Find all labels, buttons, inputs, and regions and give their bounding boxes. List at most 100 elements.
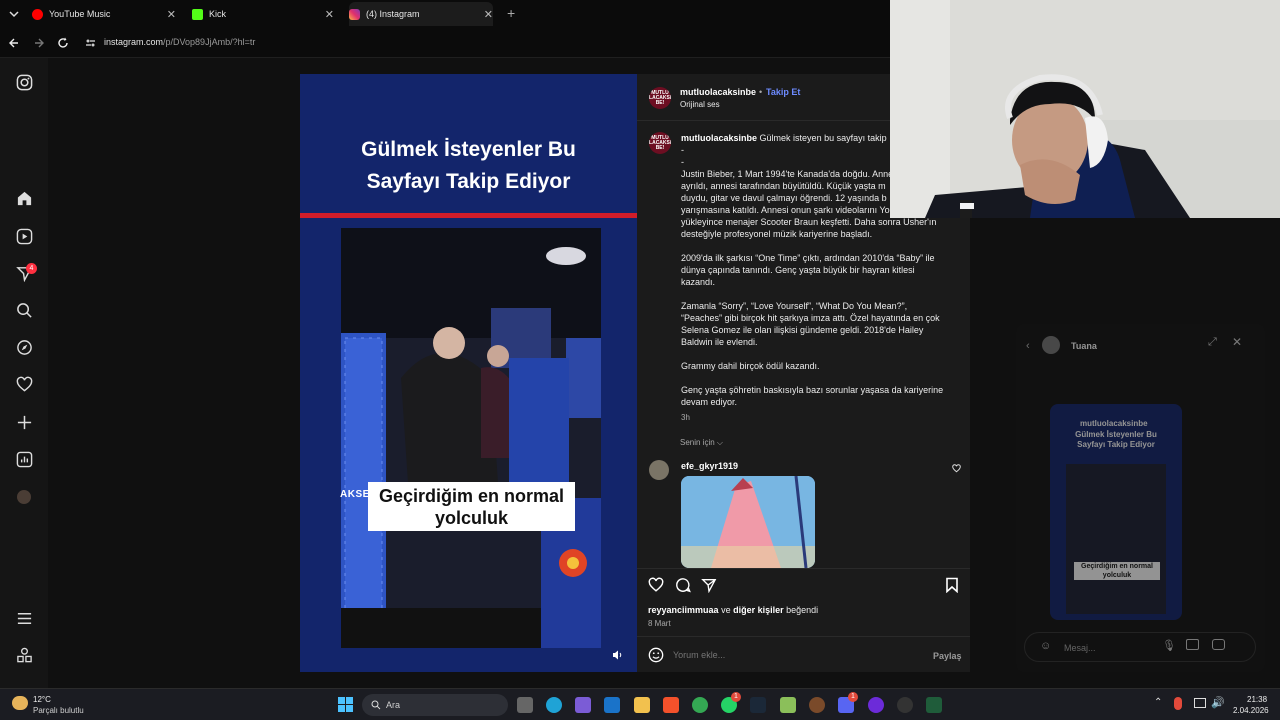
shared-reel-headline: Gülmek İsteyenler Bu Sayfayı Takip Ediyo… xyxy=(1050,430,1182,450)
emoji-icon[interactable] xyxy=(648,647,664,663)
post-username[interactable]: mutluolacaksinbe xyxy=(680,86,756,98)
shared-headline-line1: Gülmek İsteyenler Bu xyxy=(1075,430,1157,439)
display-icon[interactable] xyxy=(1194,698,1206,708)
reel-headline-line1: Gülmek İsteyenler Bu xyxy=(361,138,576,161)
gif-content xyxy=(681,476,815,568)
caption-line: “Peaches” gibi birçok hit şarkıya imza a… xyxy=(681,313,940,323)
commenter-username[interactable]: efe_gkyr1919 xyxy=(681,460,738,472)
sticker-icon[interactable] xyxy=(1212,639,1225,650)
close-chat-icon[interactable]: ✕ xyxy=(1232,335,1242,349)
taskbar-search[interactable]: Ara xyxy=(362,694,508,716)
chat-popup[interactable]: ‹ Tuana ⤢ ✕ mutluolacaksinbe Gülmek İste… xyxy=(1016,324,1265,672)
post-author-avatar[interactable]: MUTLU OLACAKSIN BE! xyxy=(649,87,671,109)
reels-icon[interactable] xyxy=(16,228,33,245)
tab-kick[interactable]: Kick ✕ xyxy=(192,2,334,26)
back-icon[interactable] xyxy=(8,37,20,49)
image-icon[interactable] xyxy=(1186,639,1199,650)
shared-reel-card[interactable]: mutluolacaksinbe Gülmek İsteyenler Bu Sa… xyxy=(1050,404,1182,620)
caption-line: 2009'da ilk şarkısı “One Time” çıktı, ar… xyxy=(681,253,935,263)
chat-back-icon[interactable]: ‹ xyxy=(1026,340,1030,352)
chat-avatar[interactable] xyxy=(1042,336,1060,354)
commenter-avatar[interactable] xyxy=(649,460,669,480)
follow-button[interactable]: Takip Et xyxy=(766,86,800,98)
reel-divider xyxy=(300,213,637,218)
menu-icon[interactable] xyxy=(16,610,33,627)
for-you-dropdown[interactable]: Senin için ⌵ xyxy=(680,437,723,449)
comment-gif-image[interactable] xyxy=(681,476,815,568)
liked-by-user[interactable]: reyyanciimmuaa xyxy=(648,605,719,615)
discord-badge: 1 xyxy=(848,692,858,702)
tab-list-icon[interactable] xyxy=(9,9,19,19)
clock-date[interactable]: 2.04.2026 xyxy=(1233,705,1269,717)
tray-chevron-icon[interactable]: ⌃ xyxy=(1154,697,1162,708)
start-icon[interactable] xyxy=(338,697,353,712)
search-icon[interactable] xyxy=(16,302,33,319)
liked-by-and: ve xyxy=(721,605,731,615)
home-icon[interactable] xyxy=(16,190,33,207)
post-comment-button[interactable]: Paylaş xyxy=(933,650,962,662)
profile-avatar[interactable] xyxy=(17,490,31,504)
tab-youtube-music[interactable]: YouTube Music ✕ xyxy=(32,2,176,26)
close-tab-icon[interactable]: ✕ xyxy=(325,8,334,21)
create-icon[interactable] xyxy=(16,414,33,431)
app-icon[interactable] xyxy=(926,697,942,713)
close-tab-icon[interactable]: ✕ xyxy=(484,8,493,21)
copilot-icon[interactable] xyxy=(575,697,591,713)
liked-by-others[interactable]: diğer kişiler xyxy=(733,605,784,615)
stats-icon[interactable] xyxy=(16,451,33,468)
app-icon[interactable] xyxy=(809,697,825,713)
comment-icon[interactable] xyxy=(675,577,691,593)
tab-title: (4) Instagram xyxy=(366,9,420,19)
audio-label[interactable]: Orijinal ses xyxy=(680,99,720,111)
tab-instagram[interactable]: (4) Instagram ✕ xyxy=(349,2,493,26)
comment-like-icon[interactable] xyxy=(952,464,961,473)
caption-username[interactable]: mutluolacaksinbe xyxy=(681,133,757,143)
minecraft-icon[interactable] xyxy=(780,697,796,713)
steam-icon[interactable] xyxy=(750,697,766,713)
caption-author-avatar[interactable]: MUTLU OLACAKSIN BE! xyxy=(649,132,671,154)
comment-input[interactable] xyxy=(673,648,893,662)
new-tab-icon[interactable]: + xyxy=(507,5,515,21)
shared-reel-thumbnail xyxy=(1066,464,1166,614)
file-explorer-icon[interactable] xyxy=(634,697,650,713)
microphone-in-use-icon[interactable] xyxy=(1174,697,1182,710)
kick-icon xyxy=(192,8,203,20)
instagram-sidebar: 4 xyxy=(0,58,48,688)
url-field[interactable]: instagram.com/p/DVop89JjAmb/?hl=tr xyxy=(104,37,255,47)
explore-icon[interactable] xyxy=(16,339,33,356)
chrome-icon[interactable] xyxy=(692,697,708,713)
reload-icon[interactable] xyxy=(57,37,69,49)
shared-reel-username: mutluolacaksinbe xyxy=(1080,419,1148,428)
more-icon[interactable] xyxy=(16,647,33,664)
chat-input-placeholder[interactable]: Mesaj... xyxy=(1064,642,1096,654)
app-icon[interactable] xyxy=(897,697,913,713)
brave-icon[interactable] xyxy=(663,697,679,713)
url-path: /p/DVop89JjAmb/?hl=tr xyxy=(163,37,256,47)
chevron-down-icon: ⌵ xyxy=(716,438,723,447)
volume-icon[interactable] xyxy=(612,649,624,661)
chat-name[interactable]: Tuana xyxy=(1071,340,1097,352)
share-icon[interactable] xyxy=(701,577,717,593)
weather-icon[interactable] xyxy=(12,696,28,710)
app-icon[interactable] xyxy=(868,697,884,713)
microphone-icon[interactable]: 🎙 xyxy=(1162,639,1176,652)
forward-icon[interactable] xyxy=(33,37,45,49)
close-tab-icon[interactable]: ✕ xyxy=(167,8,176,21)
caption-text: Gülmek isteyen bu sayfayı takip xyxy=(759,133,887,143)
task-view-icon[interactable] xyxy=(517,697,533,713)
save-icon[interactable] xyxy=(945,577,959,593)
edge-icon[interactable] xyxy=(546,697,562,713)
like-icon[interactable] xyxy=(648,577,664,593)
caption-paragraph-2: 2009'da ilk şarkısı “One Time” çıktı, ar… xyxy=(681,252,961,288)
instagram-logo-icon[interactable] xyxy=(16,74,33,91)
youtube-music-icon xyxy=(32,8,43,20)
weather-desc[interactable]: Parçalı bulutlu xyxy=(33,705,84,717)
speaker-icon[interactable]: 🔊 xyxy=(1211,696,1225,709)
chat-emoji-icon[interactable]: ☺ xyxy=(1040,640,1051,652)
heart-icon[interactable] xyxy=(16,376,33,393)
expand-icon[interactable]: ⤢ xyxy=(1208,336,1217,349)
reel-video[interactable]: Gülmek İsteyenler Bu Sayfayı Takip Ediyo… xyxy=(300,74,637,672)
store-icon[interactable] xyxy=(604,697,620,713)
site-info-icon[interactable] xyxy=(85,38,96,48)
taskbar-search-icon xyxy=(371,700,381,710)
